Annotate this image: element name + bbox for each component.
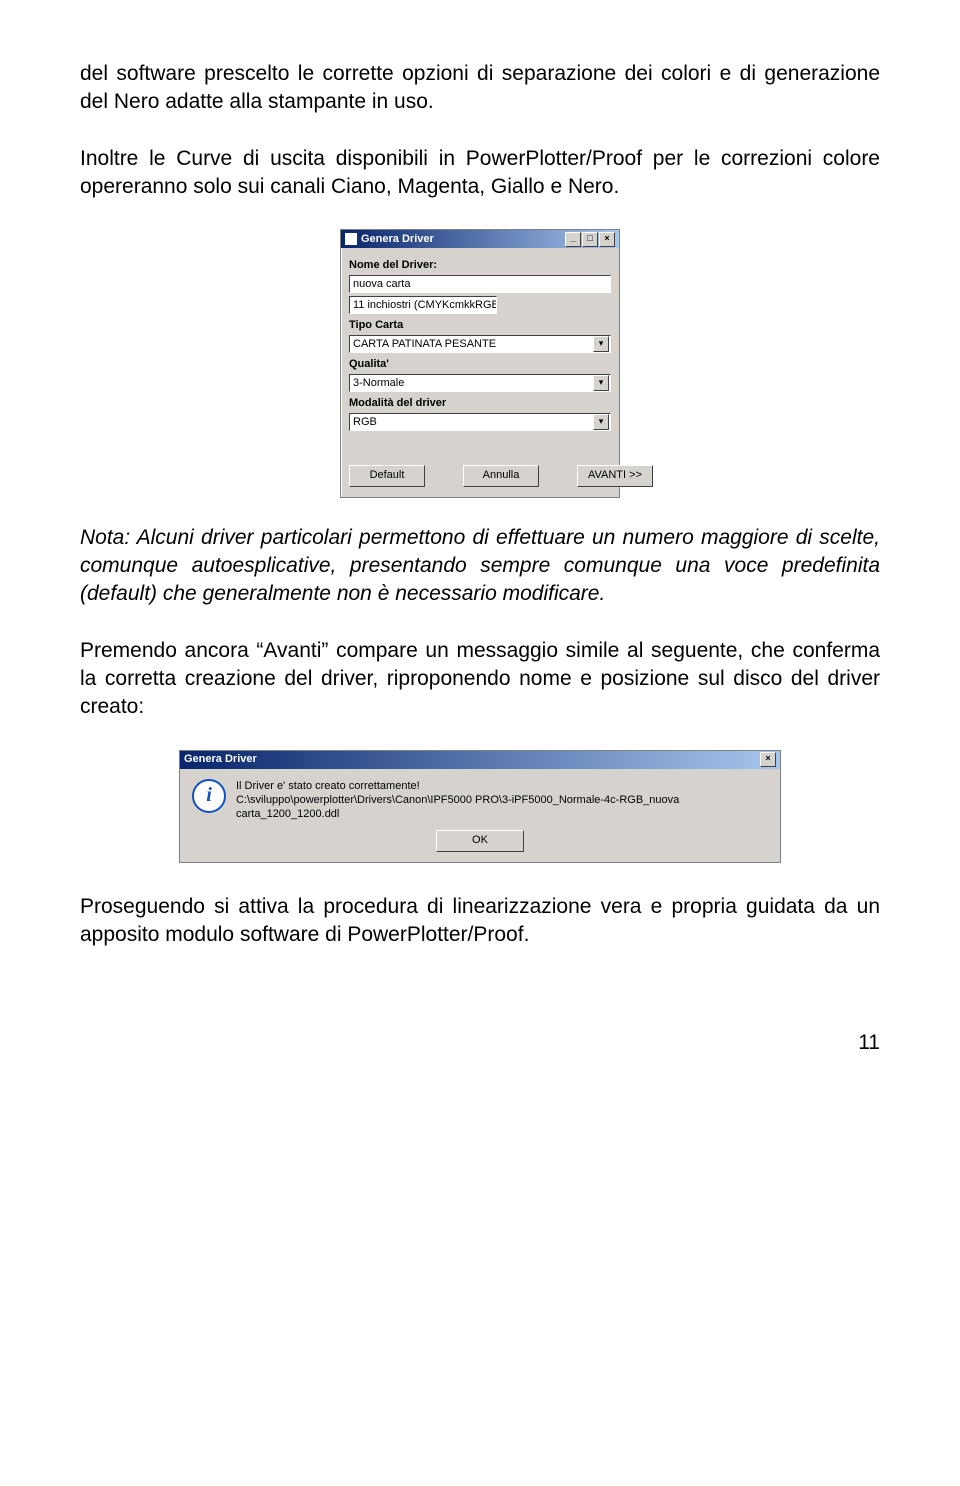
dialog2-line2: C:\sviluppo\powerplotter\Drivers\Canon\I… [236,793,768,822]
select-tipo-value: CARTA PATINATA PESANTE [353,336,496,352]
dialog-title: Genera Driver [361,232,434,247]
select-qualita-value: 3-Normale [353,375,404,391]
select-tipo-carta[interactable]: CARTA PATINATA PESANTE ▾ [349,335,611,353]
ok-button[interactable]: OK [436,830,524,852]
close-button[interactable]: × [599,232,615,247]
close-button[interactable]: × [760,752,776,767]
app-icon [345,233,357,245]
chevron-down-icon: ▾ [593,336,609,352]
chevron-down-icon: ▾ [593,414,609,430]
select-inchiostri[interactable]: 11 inchiostri (CMYKcmkkRGB ▾ [349,296,497,314]
paragraph-1: del software prescelto le corrette opzio… [80,60,880,117]
input-nome-value: nuova carta [353,276,410,292]
annulla-button[interactable]: Annulla [463,465,539,487]
message-dialog: Genera Driver × i Il Driver e' stato cre… [179,750,781,863]
minimize-button[interactable]: _ [565,232,581,247]
dialog2-message: Il Driver e' stato creato correttamente!… [236,779,768,822]
page-number: 11 [80,1029,880,1057]
avanti-button[interactable]: AVANTI >> [577,465,653,487]
maximize-button[interactable]: □ [582,232,598,247]
label-nome-driver: Nome del Driver: [349,258,611,273]
select-modalita-value: RGB [353,414,377,430]
select-modalita[interactable]: RGB ▾ [349,413,611,431]
dialog-titlebar: Genera Driver _ □ × [341,230,619,248]
screenshot-1: Genera Driver _ □ × Nome del Driver: nuo… [80,229,880,497]
label-tipo-carta: Tipo Carta [349,318,611,333]
dialog2-line1: Il Driver e' stato creato correttamente! [236,779,768,793]
label-modalita: Modalità del driver [349,396,611,411]
dialog2-title: Genera Driver [184,752,257,767]
info-icon: i [192,779,226,813]
paragraph-4: Premendo ancora “Avanti” compare un mess… [80,637,880,722]
paragraph-2: Inoltre le Curve di uscita disponibili i… [80,145,880,202]
screenshot-2: Genera Driver × i Il Driver e' stato cre… [80,750,880,863]
default-button[interactable]: Default [349,465,425,487]
genera-driver-dialog: Genera Driver _ □ × Nome del Driver: nuo… [340,229,620,497]
dialog2-titlebar: Genera Driver × [180,751,780,769]
select-qualita[interactable]: 3-Normale ▾ [349,374,611,392]
input-nome-driver[interactable]: nuova carta [349,275,611,293]
select-inchiostri-value: 11 inchiostri (CMYKcmkkRGB [353,297,497,313]
chevron-down-icon: ▾ [593,375,609,391]
paragraph-5: Proseguendo si attiva la procedura di li… [80,893,880,950]
paragraph-nota: Nota: Alcuni driver particolari permetto… [80,524,880,609]
label-qualita: Qualita' [349,357,611,372]
